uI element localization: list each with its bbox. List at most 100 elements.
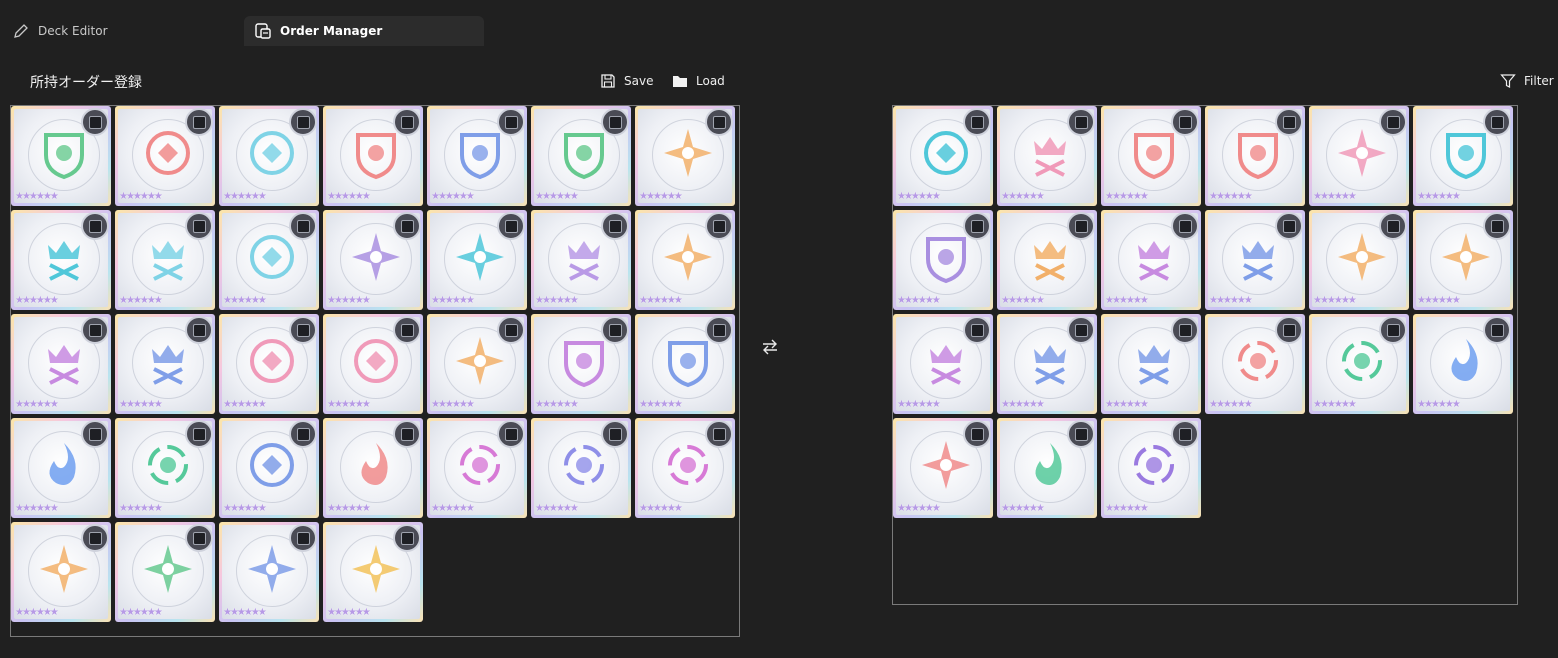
deck-order-card[interactable]: ★★★★★★ [997, 106, 1097, 206]
order-type-badge-icon[interactable] [81, 420, 109, 448]
owned-order-card[interactable]: ★★★★★★ [219, 418, 319, 518]
owned-order-card[interactable]: ★★★★★★ [115, 314, 215, 414]
owned-order-card[interactable]: ★★★★★★ [427, 418, 527, 518]
owned-order-card[interactable]: ★★★★★★ [531, 210, 631, 310]
order-type-badge-icon[interactable] [393, 524, 421, 552]
deck-order-card[interactable]: ★★★★★★ [1101, 210, 1201, 310]
deck-order-card[interactable]: ★★★★★★ [1413, 106, 1513, 206]
owned-order-card[interactable]: ★★★★★★ [11, 106, 111, 206]
owned-order-card[interactable]: ★★★★★★ [115, 418, 215, 518]
order-type-badge-icon[interactable] [1067, 420, 1095, 448]
owned-order-card[interactable]: ★★★★★★ [219, 106, 319, 206]
tab-deck-editor[interactable]: Deck Editor [12, 16, 108, 46]
order-type-badge-icon[interactable] [185, 108, 213, 136]
owned-order-card[interactable]: ★★★★★★ [115, 210, 215, 310]
order-type-badge-icon[interactable] [1275, 316, 1303, 344]
order-type-badge-icon[interactable] [1171, 212, 1199, 240]
deck-order-card[interactable]: ★★★★★★ [997, 418, 1097, 518]
owned-order-card[interactable]: ★★★★★★ [323, 210, 423, 310]
owned-order-card[interactable]: ★★★★★★ [219, 210, 319, 310]
order-type-badge-icon[interactable] [1171, 420, 1199, 448]
order-type-badge-icon[interactable] [1067, 108, 1095, 136]
order-type-badge-icon[interactable] [497, 316, 525, 344]
order-type-badge-icon[interactable] [185, 420, 213, 448]
order-type-badge-icon[interactable] [185, 316, 213, 344]
owned-order-card[interactable]: ★★★★★★ [219, 522, 319, 622]
owned-order-card[interactable]: ★★★★★★ [323, 522, 423, 622]
order-type-badge-icon[interactable] [185, 524, 213, 552]
owned-order-card[interactable]: ★★★★★★ [531, 106, 631, 206]
order-type-badge-icon[interactable] [601, 420, 629, 448]
order-type-badge-icon[interactable] [1067, 316, 1095, 344]
order-type-badge-icon[interactable] [1067, 212, 1095, 240]
order-type-badge-icon[interactable] [601, 316, 629, 344]
order-type-badge-icon[interactable] [705, 420, 733, 448]
order-type-badge-icon[interactable] [1483, 108, 1511, 136]
owned-order-card[interactable]: ★★★★★★ [531, 418, 631, 518]
order-type-badge-icon[interactable] [289, 212, 317, 240]
save-button[interactable]: Save [600, 71, 653, 91]
deck-order-card[interactable]: ★★★★★★ [893, 106, 993, 206]
owned-order-card[interactable]: ★★★★★★ [635, 210, 735, 310]
order-type-badge-icon[interactable] [963, 108, 991, 136]
deck-order-card[interactable]: ★★★★★★ [1413, 210, 1513, 310]
owned-order-card[interactable]: ★★★★★★ [635, 106, 735, 206]
deck-order-card[interactable]: ★★★★★★ [1309, 210, 1409, 310]
order-type-badge-icon[interactable] [393, 420, 421, 448]
order-type-badge-icon[interactable] [963, 212, 991, 240]
order-type-badge-icon[interactable] [963, 420, 991, 448]
owned-order-card[interactable]: ★★★★★★ [219, 314, 319, 414]
owned-order-card[interactable]: ★★★★★★ [427, 314, 527, 414]
deck-order-card[interactable]: ★★★★★★ [1205, 314, 1305, 414]
order-type-badge-icon[interactable] [1379, 212, 1407, 240]
order-type-badge-icon[interactable] [1379, 108, 1407, 136]
owned-order-card[interactable]: ★★★★★★ [323, 314, 423, 414]
deck-order-card[interactable]: ★★★★★★ [1413, 314, 1513, 414]
order-type-badge-icon[interactable] [601, 212, 629, 240]
deck-order-card[interactable]: ★★★★★★ [1309, 106, 1409, 206]
order-type-badge-icon[interactable] [1171, 316, 1199, 344]
owned-order-card[interactable]: ★★★★★★ [323, 106, 423, 206]
owned-order-card[interactable]: ★★★★★★ [323, 418, 423, 518]
order-type-badge-icon[interactable] [393, 108, 421, 136]
order-type-badge-icon[interactable] [393, 212, 421, 240]
swap-arrows-icon[interactable] [759, 336, 781, 358]
order-type-badge-icon[interactable] [289, 420, 317, 448]
order-type-badge-icon[interactable] [1171, 108, 1199, 136]
order-type-badge-icon[interactable] [289, 316, 317, 344]
deck-order-card[interactable]: ★★★★★★ [1205, 210, 1305, 310]
deck-order-card[interactable]: ★★★★★★ [997, 314, 1097, 414]
order-type-badge-icon[interactable] [289, 108, 317, 136]
order-type-badge-icon[interactable] [185, 212, 213, 240]
owned-order-card[interactable]: ★★★★★★ [427, 106, 527, 206]
load-button[interactable]: Load [672, 71, 725, 91]
owned-order-card[interactable]: ★★★★★★ [11, 210, 111, 310]
deck-order-card[interactable]: ★★★★★★ [893, 418, 993, 518]
order-type-badge-icon[interactable] [1483, 316, 1511, 344]
deck-order-card[interactable]: ★★★★★★ [997, 210, 1097, 310]
filter-button[interactable]: Filter [1500, 71, 1554, 91]
order-type-badge-icon[interactable] [1275, 108, 1303, 136]
order-type-badge-icon[interactable] [1379, 316, 1407, 344]
order-type-badge-icon[interactable] [393, 316, 421, 344]
deck-order-card[interactable]: ★★★★★★ [1101, 418, 1201, 518]
order-type-badge-icon[interactable] [81, 108, 109, 136]
order-type-badge-icon[interactable] [601, 108, 629, 136]
order-type-badge-icon[interactable] [81, 316, 109, 344]
order-type-badge-icon[interactable] [81, 524, 109, 552]
deck-order-card[interactable]: ★★★★★★ [1101, 314, 1201, 414]
owned-order-card[interactable]: ★★★★★★ [11, 314, 111, 414]
order-type-badge-icon[interactable] [497, 420, 525, 448]
order-type-badge-icon[interactable] [497, 108, 525, 136]
deck-order-card[interactable]: ★★★★★★ [893, 210, 993, 310]
order-type-badge-icon[interactable] [963, 316, 991, 344]
order-type-badge-icon[interactable] [289, 524, 317, 552]
order-type-badge-icon[interactable] [497, 212, 525, 240]
deck-order-card[interactable]: ★★★★★★ [893, 314, 993, 414]
owned-order-card[interactable]: ★★★★★★ [635, 314, 735, 414]
deck-order-card[interactable]: ★★★★★★ [1205, 106, 1305, 206]
order-type-badge-icon[interactable] [705, 212, 733, 240]
tab-order-manager[interactable]: Order Manager [244, 16, 484, 46]
owned-order-card[interactable]: ★★★★★★ [115, 106, 215, 206]
owned-order-card[interactable]: ★★★★★★ [427, 210, 527, 310]
